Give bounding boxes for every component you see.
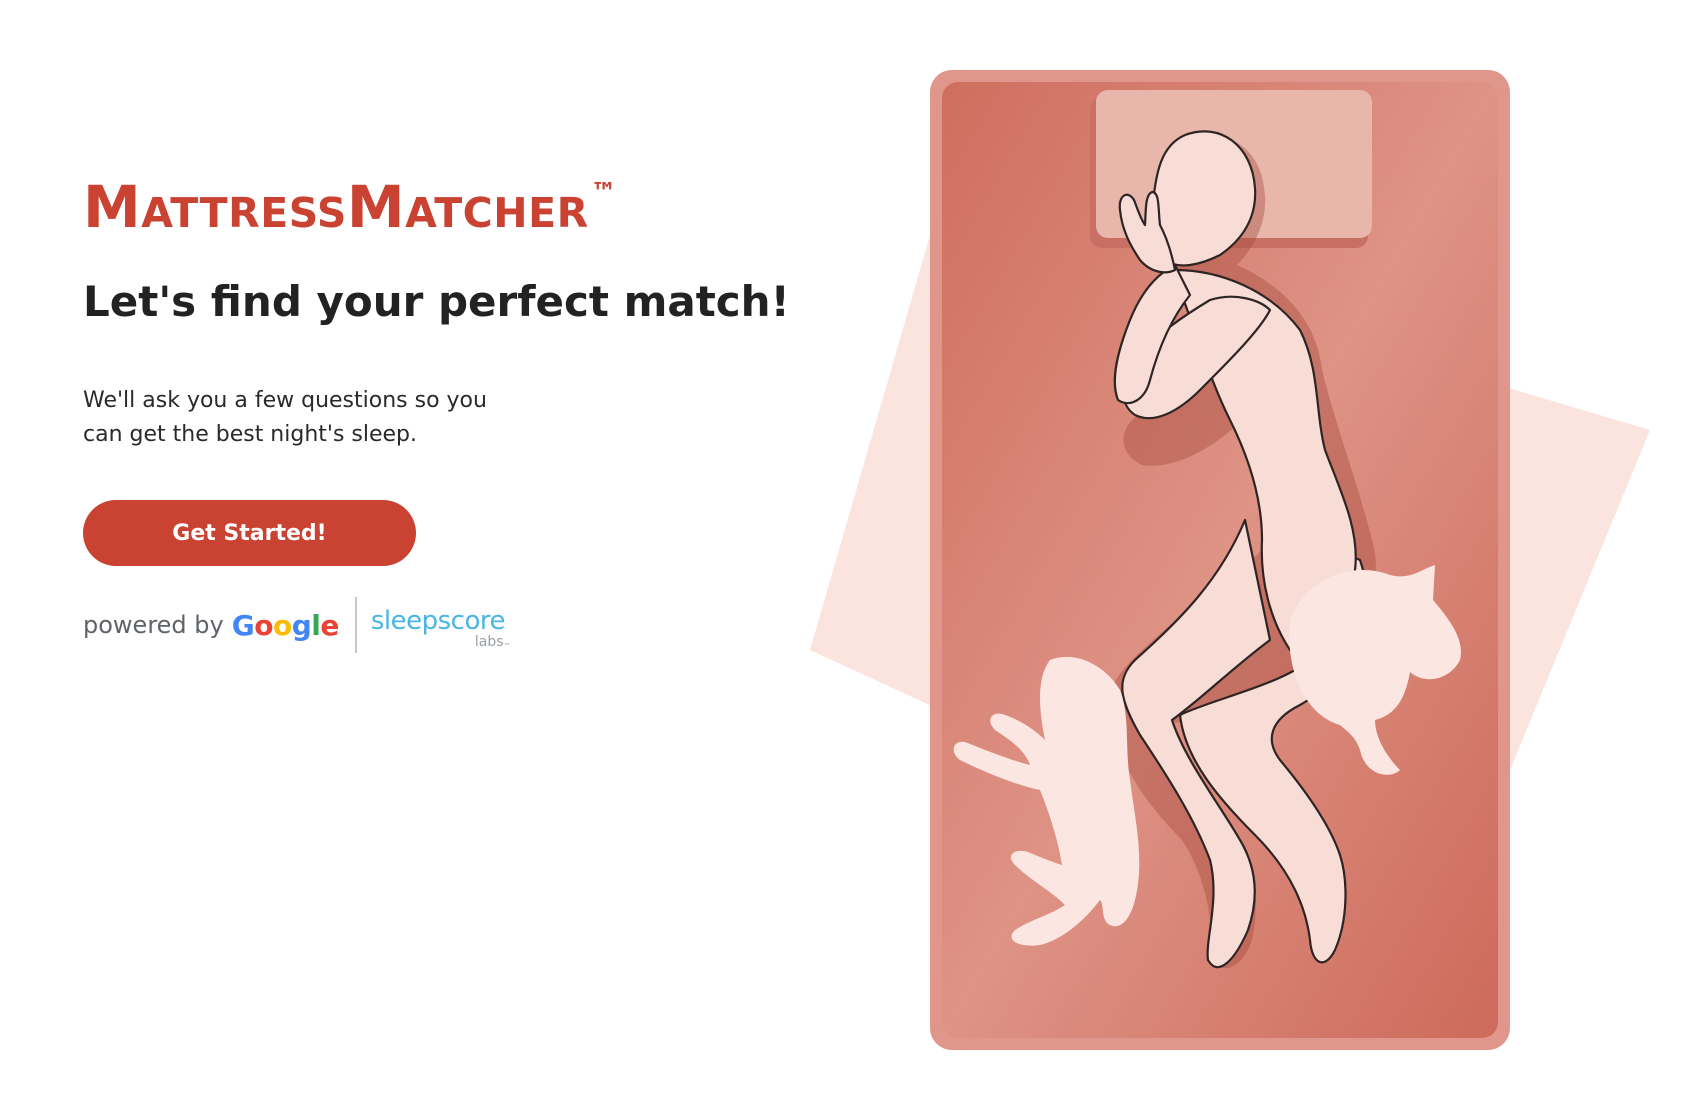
logo-divider bbox=[354, 597, 357, 653]
sleepscore-labs-text: labs™ bbox=[475, 634, 511, 650]
sleepscore-trademark: ™ bbox=[503, 642, 511, 650]
brand-name: MattressMatcher bbox=[83, 173, 589, 241]
sleeping-illustration bbox=[800, 60, 1660, 1060]
hero-panel: MattressMatcher™ Let's find your perfect… bbox=[83, 0, 790, 1100]
brand-logo: MattressMatcher™ bbox=[83, 178, 617, 236]
google-letter: g bbox=[291, 608, 312, 642]
sleepscore-sub: labs bbox=[474, 634, 504, 650]
google-letter: G bbox=[231, 608, 255, 642]
get-started-button[interactable]: Get Started! bbox=[83, 500, 416, 566]
bed-illustration-svg bbox=[810, 70, 1650, 1050]
google-letter: o bbox=[272, 608, 292, 642]
google-letter: o bbox=[254, 608, 273, 642]
page-headline: Let's find your perfect match! bbox=[83, 277, 790, 326]
powered-by-label: powered by bbox=[83, 611, 224, 639]
sleepscore-name: sleepscore bbox=[370, 606, 506, 636]
brand-trademark: ™ bbox=[590, 178, 618, 208]
partner-logos: powered by Google sleepscore labs™ bbox=[83, 596, 521, 654]
intro-text: We'll ask you a few questions so you can… bbox=[83, 388, 487, 447]
sleepscore-labs-logo: sleepscore labs™ bbox=[371, 600, 521, 650]
google-letter: l bbox=[311, 608, 321, 642]
google-logo: Google bbox=[231, 608, 340, 642]
google-letter: e bbox=[320, 608, 339, 642]
